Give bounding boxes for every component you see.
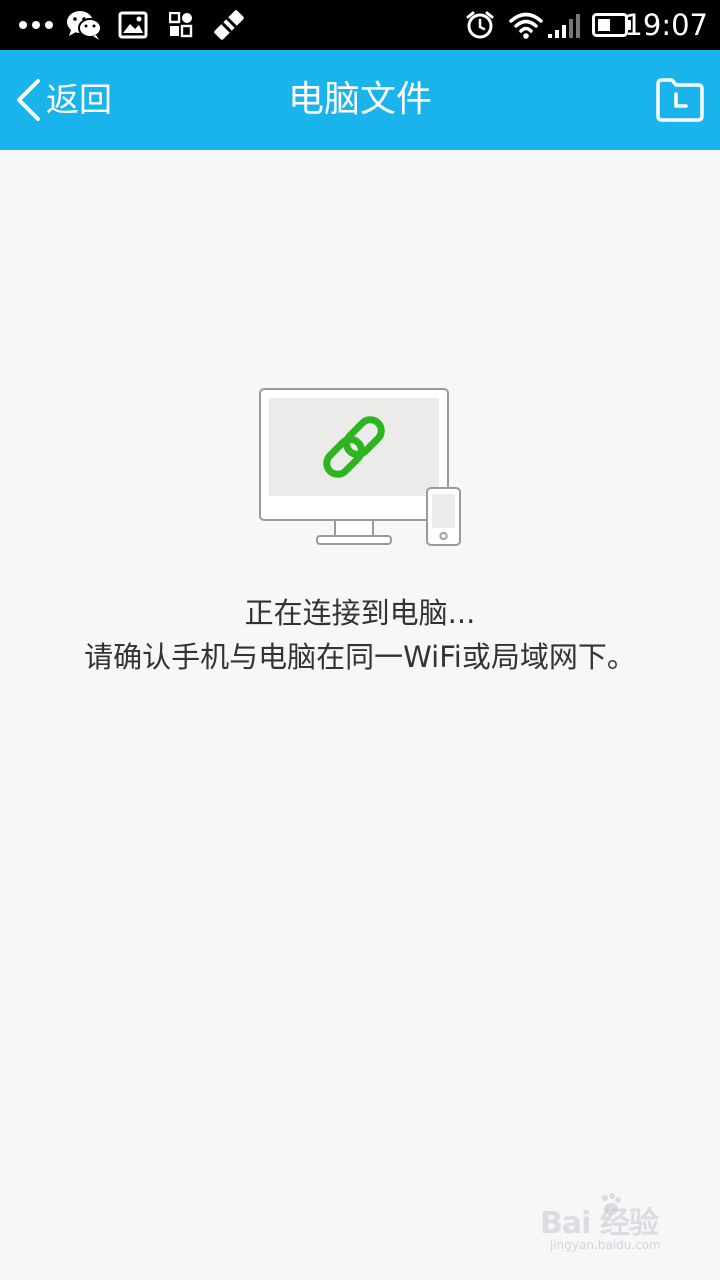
watermark-text: Bai 经验	[540, 1206, 659, 1241]
status-bar: 19:07	[0, 0, 720, 50]
app-grid-icon	[169, 12, 193, 38]
chevron-left-icon	[17, 79, 40, 121]
connection-status-message: 正在连接到电脑... 请确认手机与电脑在同一WiFi或局域网下。	[0, 591, 720, 679]
alarm-icon	[466, 11, 494, 39]
gallery-icon	[118, 11, 148, 39]
status-line-connecting: 正在连接到电脑...	[244, 596, 476, 630]
computer-phone-link-icon	[259, 388, 461, 546]
folder-icon	[656, 78, 704, 122]
more-dots-icon	[19, 21, 53, 29]
back-button[interactable]: 返回	[14, 76, 112, 124]
watermark-url: jingyan.baidu.com	[550, 1238, 661, 1252]
wifi-icon	[509, 12, 543, 39]
baidu-watermark: Bai 经验 jingyan.baidu.com	[540, 1192, 680, 1262]
nav-bar: 返回 电脑文件	[0, 50, 720, 150]
recent-files-button[interactable]	[654, 76, 706, 124]
status-line-hint: 请确认手机与电脑在同一WiFi或局域网下。	[84, 640, 636, 674]
wechat-icon	[67, 11, 102, 40]
back-label: 返回	[46, 80, 112, 119]
clock-time: 19:07	[624, 8, 708, 42]
diagonal-bars-icon	[214, 10, 244, 40]
signal-icon	[548, 14, 580, 38]
